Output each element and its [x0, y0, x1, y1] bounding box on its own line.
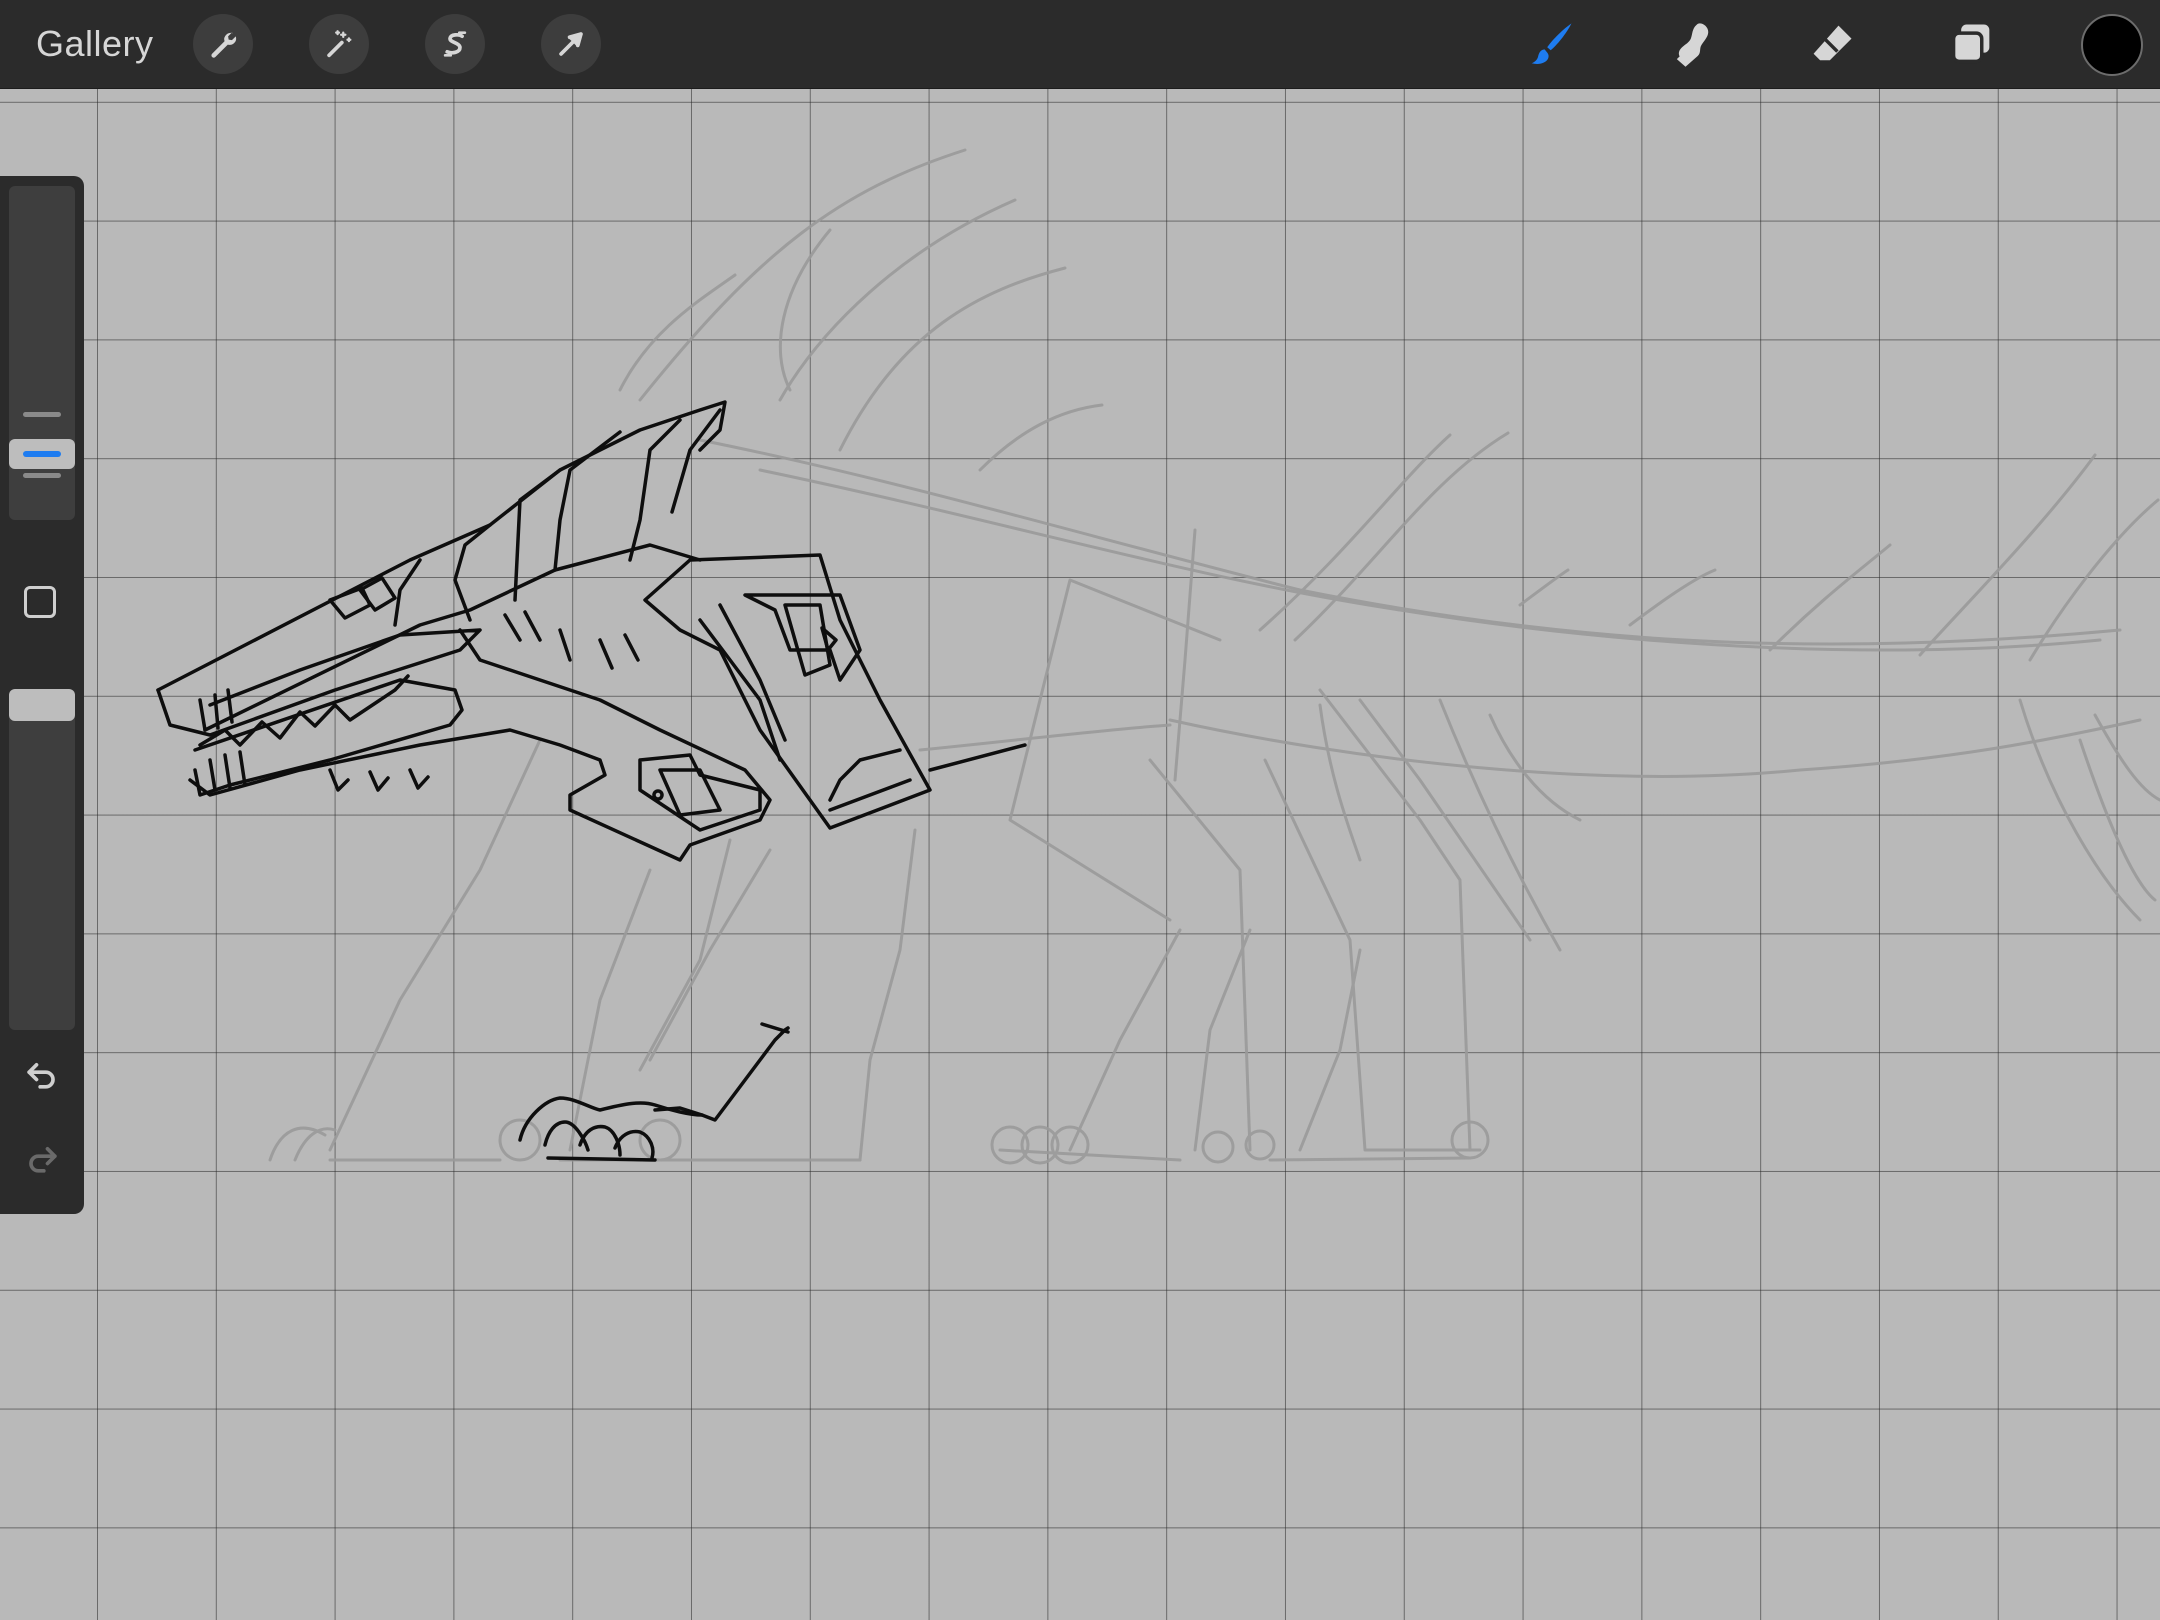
gallery-button[interactable]: Gallery [36, 20, 154, 68]
wrench-icon [211, 32, 237, 58]
redo-icon[interactable] [20, 1136, 64, 1180]
magic-wand-icon [327, 30, 352, 58]
eraser-button[interactable] [1800, 14, 1864, 74]
opacity-slider[interactable] [9, 696, 75, 1030]
actions-button[interactable] [193, 14, 253, 74]
layers-button[interactable] [1940, 14, 2004, 74]
opacity-thumb[interactable] [9, 689, 75, 721]
layers-icon [1951, 24, 1990, 64]
brush-size-slider[interactable] [9, 186, 75, 520]
color-picker-swatch[interactable] [2081, 14, 2143, 76]
brush-size-thumb[interactable] [9, 439, 75, 469]
adjustments-button[interactable] [309, 14, 369, 74]
transform-button[interactable] [541, 14, 601, 74]
eraser-icon [1813, 25, 1852, 61]
brush-button[interactable] [1520, 14, 1584, 74]
brush-icon [1531, 23, 1572, 64]
top-toolbar: Gallery [0, 0, 2160, 89]
square-modify-icon[interactable] [24, 586, 56, 618]
size-tick-mark [23, 473, 61, 478]
selection-button[interactable] [425, 14, 485, 74]
smudge-finger-icon [1676, 23, 1709, 67]
drawing-canvas[interactable] [0, 88, 2160, 1620]
sidebar [0, 176, 84, 1214]
selection-s-icon [443, 31, 467, 57]
smudge-button[interactable] [1660, 14, 1724, 74]
arrow-cursor-icon [559, 32, 583, 56]
size-tick-mark [23, 412, 61, 417]
undo-icon[interactable] [20, 1052, 64, 1096]
size-thumb-indicator [23, 451, 61, 457]
